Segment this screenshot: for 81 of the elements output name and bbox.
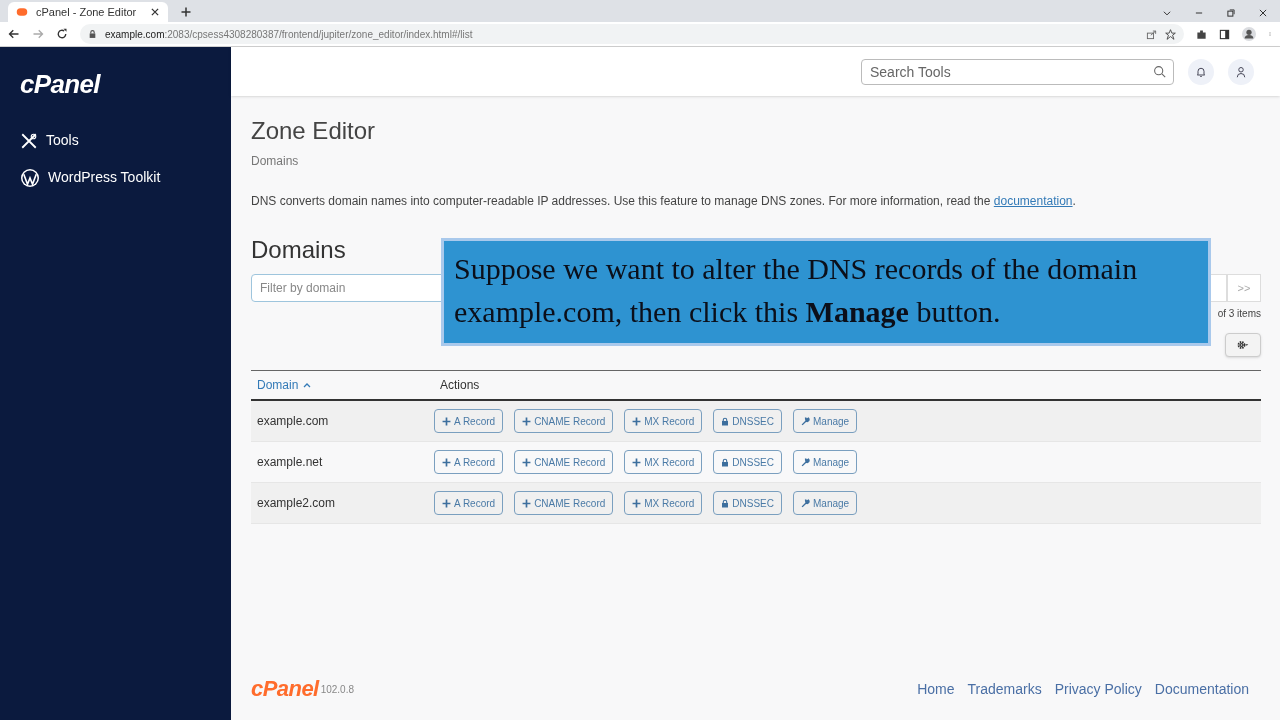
action-button[interactable]: MX Record <box>624 450 703 474</box>
footer-link[interactable]: Home <box>917 679 955 700</box>
lock-icon <box>721 498 730 508</box>
action-button[interactable]: A Record <box>434 409 504 433</box>
reload-icon <box>56 28 68 40</box>
close-icon <box>150 7 160 17</box>
cpanel-logo: cPanel <box>20 71 102 97</box>
tools-icon <box>20 131 38 150</box>
wrench-icon <box>801 498 810 508</box>
action-button[interactable]: MX Record <box>624 409 703 433</box>
cpanel-logo: cPanel <box>251 678 319 700</box>
search-icon <box>1153 64 1166 78</box>
plus-icon <box>522 416 532 426</box>
new-tab-icon[interactable] <box>180 6 192 18</box>
plus-icon <box>442 498 451 508</box>
url-text: example.com:2083/cpsess4308280387/frontend/jupiter/zone_editor/index.html#/list <box>105 27 473 42</box>
item-count: of 3 items <box>1217 307 1261 321</box>
plus-icon <box>442 457 451 467</box>
sidebar-item[interactable]: Tools <box>20 122 211 159</box>
close-icon <box>1258 8 1268 18</box>
footer-link[interactable]: Documentation <box>1154 679 1249 700</box>
forward-icon <box>32 28 44 40</box>
plus-icon <box>522 457 532 467</box>
section-heading: Domains <box>251 235 347 265</box>
cpanel-favicon-icon <box>16 6 28 18</box>
profile-icon <box>1242 27 1256 41</box>
plus-icon <box>632 416 642 426</box>
wrench-icon <box>801 416 810 426</box>
footer-link[interactable]: Privacy Policy <box>1054 679 1142 700</box>
plus-icon <box>632 457 642 467</box>
action-button[interactable]: CNAME Record <box>514 409 614 433</box>
action-button[interactable]: Manage <box>793 491 858 515</box>
action-button[interactable]: A Record <box>434 450 504 474</box>
documentation-link[interactable]: documentation <box>993 194 1073 208</box>
caption-overlay: Suppose we want to alter the DNS records of the domain example.com, then click this Manage button. <box>441 238 1211 346</box>
column-header: Actions <box>439 377 481 394</box>
sort-ascending-icon <box>302 381 313 389</box>
tab-title: cPanel - Zone Editor <box>36 4 138 20</box>
browser-tab[interactable]: cPanel - Zone Editor <box>8 2 168 22</box>
breadcrumb[interactable]: Domains <box>251 152 1261 170</box>
domain-cell-text: example.com <box>256 413 330 430</box>
settings-button[interactable] <box>1225 333 1261 357</box>
search-field[interactable]: Search Tools <box>861 58 1174 85</box>
chevron-down-icon <box>1162 8 1172 18</box>
version-text: 102.0.8 <box>320 683 354 697</box>
domain-cell-text: example2.com <box>256 495 337 512</box>
column-header[interactable]: Domain <box>251 376 434 394</box>
wrench-icon <box>801 457 810 467</box>
action-button[interactable]: DNSSEC <box>713 450 782 474</box>
lock-icon <box>721 457 730 467</box>
action-button[interactable]: DNSSEC <box>713 491 782 515</box>
action-button[interactable]: A Record <box>434 491 504 515</box>
plus-icon <box>632 498 642 508</box>
action-button[interactable]: CNAME Record <box>514 491 614 515</box>
lock-icon <box>88 29 97 39</box>
plus-icon <box>522 498 532 508</box>
notifications-button[interactable] <box>1188 58 1214 85</box>
user-icon <box>1235 65 1247 78</box>
page-title: Zone Editor <box>251 116 377 146</box>
action-button[interactable]: CNAME Record <box>514 450 614 474</box>
address-bar[interactable]: example.com:2083/cpsess4308280387/frontend/jupiter/zone_editor/index.html#/list <box>80 24 1184 44</box>
bell-icon <box>1195 65 1207 78</box>
footer-link[interactable]: Trademarks <box>967 679 1042 700</box>
account-button[interactable] <box>1228 58 1254 85</box>
star-icon <box>1165 28 1176 40</box>
gear-icon <box>1235 339 1251 351</box>
action-button[interactable]: Manage <box>793 450 858 474</box>
description-text: DNS converts domain names into computer-readable IP addresses. Use this feature to manage DNS zones. For more information, read the documentation. <box>251 193 1077 210</box>
side-panel-icon <box>1219 28 1230 40</box>
lock-icon <box>721 416 730 426</box>
plus-icon <box>442 416 451 426</box>
restore-icon <box>1226 8 1236 18</box>
action-button[interactable]: Manage <box>793 409 858 433</box>
back-icon <box>8 28 20 40</box>
domain-cell-text: example.net <box>256 454 324 471</box>
share-icon <box>1146 28 1157 40</box>
wordpress-icon <box>20 167 40 188</box>
action-button[interactable]: MX Record <box>624 491 703 515</box>
sidebar-item[interactable]: WordPress Toolkit <box>20 159 211 196</box>
action-button[interactable]: DNSSEC <box>713 409 782 433</box>
pagination-button[interactable]: >> <box>1227 274 1261 302</box>
